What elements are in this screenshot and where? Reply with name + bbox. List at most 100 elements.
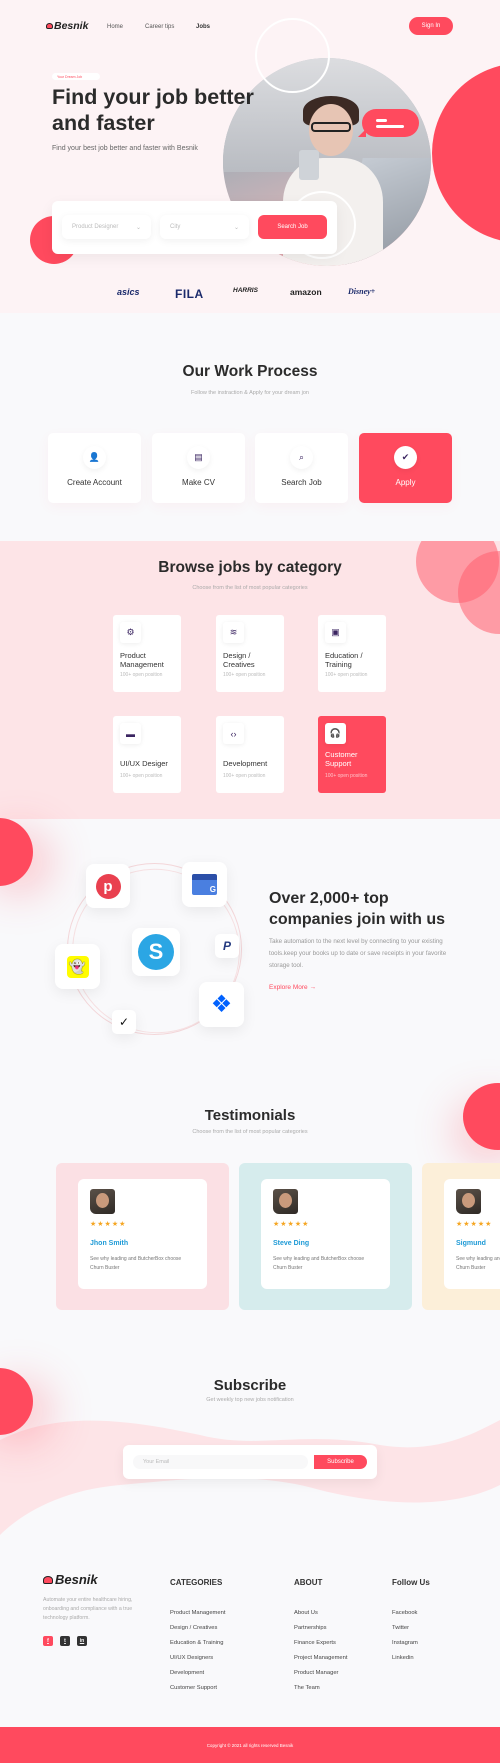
step-search-job[interactable]: ⌕ Search Job xyxy=(255,433,348,503)
check-circle-icon: ✔ xyxy=(394,446,417,469)
skype-logo: S xyxy=(132,928,180,976)
footer-link[interactable]: UI/UX Designers xyxy=(170,1655,213,1661)
footer-link[interactable]: About Us xyxy=(294,1610,318,1616)
testimonial-card: ★★★★★ Jhon Smith See why leading and But… xyxy=(56,1163,229,1310)
avatar xyxy=(273,1189,298,1214)
job-search-form: Product Designer ⌄ City ⌄ Search Job xyxy=(52,201,337,254)
footer-link[interactable]: Twitter xyxy=(392,1625,409,1631)
headset-user-icon: 🎧 xyxy=(325,723,346,744)
nav-jobs[interactable]: Jobs xyxy=(196,24,210,30)
hero-subtitle: Find your best job better and faster wit… xyxy=(52,145,198,152)
email-input[interactable] xyxy=(133,1455,308,1469)
testimonial-text: See why leading and ButcherBox choose Ch… xyxy=(90,1256,182,1271)
footer-link[interactable]: The Team xyxy=(294,1685,320,1691)
testimonials-title: Testimonials xyxy=(204,1107,296,1124)
city-select[interactable]: City ⌄ xyxy=(160,215,249,239)
user-icon: 👤 xyxy=(83,446,106,469)
dropbox-logo: ❖ xyxy=(199,982,244,1027)
google-business-logo: G xyxy=(182,862,227,907)
testimonial-text: See why leading and ButcherBox choose Ch… xyxy=(456,1256,500,1271)
brand-fila: FILA xyxy=(175,287,204,301)
nav-home[interactable]: Home xyxy=(107,24,123,30)
subscribe-title: Subscribe xyxy=(213,1377,287,1394)
brand-strip: asics FILA HARRIS amazon Disney+ xyxy=(0,287,500,307)
step-make-cv[interactable]: ▤ Make CV xyxy=(152,433,245,503)
footer-link[interactable]: Project Management xyxy=(294,1655,348,1661)
footer-link[interactable]: Product Management xyxy=(170,1610,225,1616)
category-card[interactable]: ⚙ Product Management 100+ open position xyxy=(113,615,181,692)
logo-icon xyxy=(46,23,53,29)
gear-icon: ⚙ xyxy=(120,622,141,643)
explore-more-link[interactable]: Explore More → xyxy=(269,984,316,991)
footer-heading-about: ABOUT xyxy=(294,1578,323,1587)
star-rating: ★★★★★ xyxy=(273,1221,310,1228)
brand-harris: HARRIS xyxy=(233,287,258,294)
step-create-account[interactable]: 👤 Create Account xyxy=(48,433,141,503)
footer-link[interactable]: Instagram xyxy=(392,1640,418,1646)
subscribe-button[interactable]: Subscribe xyxy=(314,1455,367,1469)
subscribe-subtitle: Get weekly top new jobs notification xyxy=(206,1397,294,1403)
brand-asics: asics xyxy=(117,287,140,297)
category-card[interactable]: ▬ UI/UX Desiger 100+ open position xyxy=(113,716,181,793)
footer-link[interactable]: Partnerships xyxy=(294,1625,327,1631)
footer-heading-categories: CATEGORIES xyxy=(170,1578,223,1587)
categories-section: Browse jobs by category Choose from the … xyxy=(0,541,500,819)
testimonial-name: Jhon Smith xyxy=(90,1240,129,1247)
facebook-icon[interactable]: f xyxy=(43,1636,53,1646)
star-rating: ★★★★★ xyxy=(90,1221,127,1228)
copyright-text: Copyright © 2021 all rights reserved Bes… xyxy=(206,1742,294,1748)
pinterest-logo: p xyxy=(86,864,130,908)
snapchat-logo: 👻 xyxy=(55,944,100,989)
footer-description: Automate your entire healthcare hiring, … xyxy=(43,1597,133,1621)
category-card[interactable]: ≋ Design / Creatives 100+ open position xyxy=(216,615,284,692)
footer-heading-follow: Follow Us xyxy=(392,1578,430,1587)
testimonial-name: Sigmund xyxy=(456,1240,486,1247)
decor-circle xyxy=(432,63,500,243)
decor-circle xyxy=(0,818,33,886)
paypal-logo: P xyxy=(215,934,239,958)
logo-icon xyxy=(43,1575,53,1584)
footer-link[interactable]: Development xyxy=(170,1670,204,1676)
footer-link[interactable]: Finance Experts xyxy=(294,1640,336,1646)
footer-link[interactable]: Education & Training xyxy=(170,1640,224,1646)
nike-logo: ✓ xyxy=(112,1010,136,1034)
subscribe-form: Subscribe xyxy=(123,1445,377,1479)
testimonial-card: ★★★★★ Sigmund See why leading and Butche… xyxy=(422,1163,500,1310)
category-card[interactable]: ▣ Education / Training 100+ open positio… xyxy=(318,615,386,692)
category-card[interactable]: ‹› Development 100+ open position xyxy=(216,716,284,793)
sign-in-button[interactable]: Sign In xyxy=(409,17,453,35)
chat-bubble-icon xyxy=(358,109,419,137)
footer-link[interactable]: Customer Support xyxy=(170,1685,217,1691)
process-title: Our Work Process xyxy=(182,363,318,380)
companies-title: Over 2,000+ top companies join with us xyxy=(269,890,446,928)
footer-logo[interactable]: Besnik xyxy=(43,1572,98,1587)
testimonial-card: ★★★★★ Steve Ding See why leading and But… xyxy=(239,1163,412,1310)
brand-disney: Disney+ xyxy=(348,287,376,296)
arrow-right-icon: → xyxy=(309,984,316,991)
star-rating: ★★★★★ xyxy=(456,1221,493,1228)
brand-logo[interactable]: Besnik xyxy=(46,20,88,32)
layers-icon: ≋ xyxy=(223,622,244,643)
linkedin-icon[interactable]: in xyxy=(77,1636,87,1646)
testimonials-subtitle: Choose from the list of most popular cat… xyxy=(192,1129,308,1135)
footer-link[interactable]: Design / Creatives xyxy=(170,1625,217,1631)
document-icon: ▤ xyxy=(187,446,210,469)
search-icon: ⌕ xyxy=(290,446,313,469)
job-title-select[interactable]: Product Designer ⌄ xyxy=(62,215,151,239)
search-job-button[interactable]: Search Job xyxy=(258,215,327,239)
twitter-icon[interactable]: t xyxy=(60,1636,70,1646)
copyright-bar: Copyright © 2021 all rights reserved Bes… xyxy=(0,1727,500,1763)
nav-career-tips[interactable]: Career tips xyxy=(145,24,174,30)
avatar xyxy=(456,1189,481,1214)
chevron-down-icon: ⌄ xyxy=(135,224,141,231)
footer-link[interactable]: Linkedin xyxy=(392,1655,414,1661)
hero-title: Find your job better and faster xyxy=(52,85,254,135)
category-card-active[interactable]: 🎧 Customer Support 100+ open position xyxy=(318,716,386,793)
footer-link[interactable]: Facebook xyxy=(392,1610,417,1616)
process-subtitle: Follow the instraction & Apply for your … xyxy=(190,390,309,396)
chevron-down-icon: ⌄ xyxy=(233,224,239,231)
step-apply[interactable]: ✔ Apply xyxy=(359,433,452,503)
code-monitor-icon: ‹› xyxy=(223,723,244,744)
footer-link[interactable]: Product Manager xyxy=(294,1670,338,1676)
categories-title: Browse jobs by category xyxy=(158,559,342,576)
